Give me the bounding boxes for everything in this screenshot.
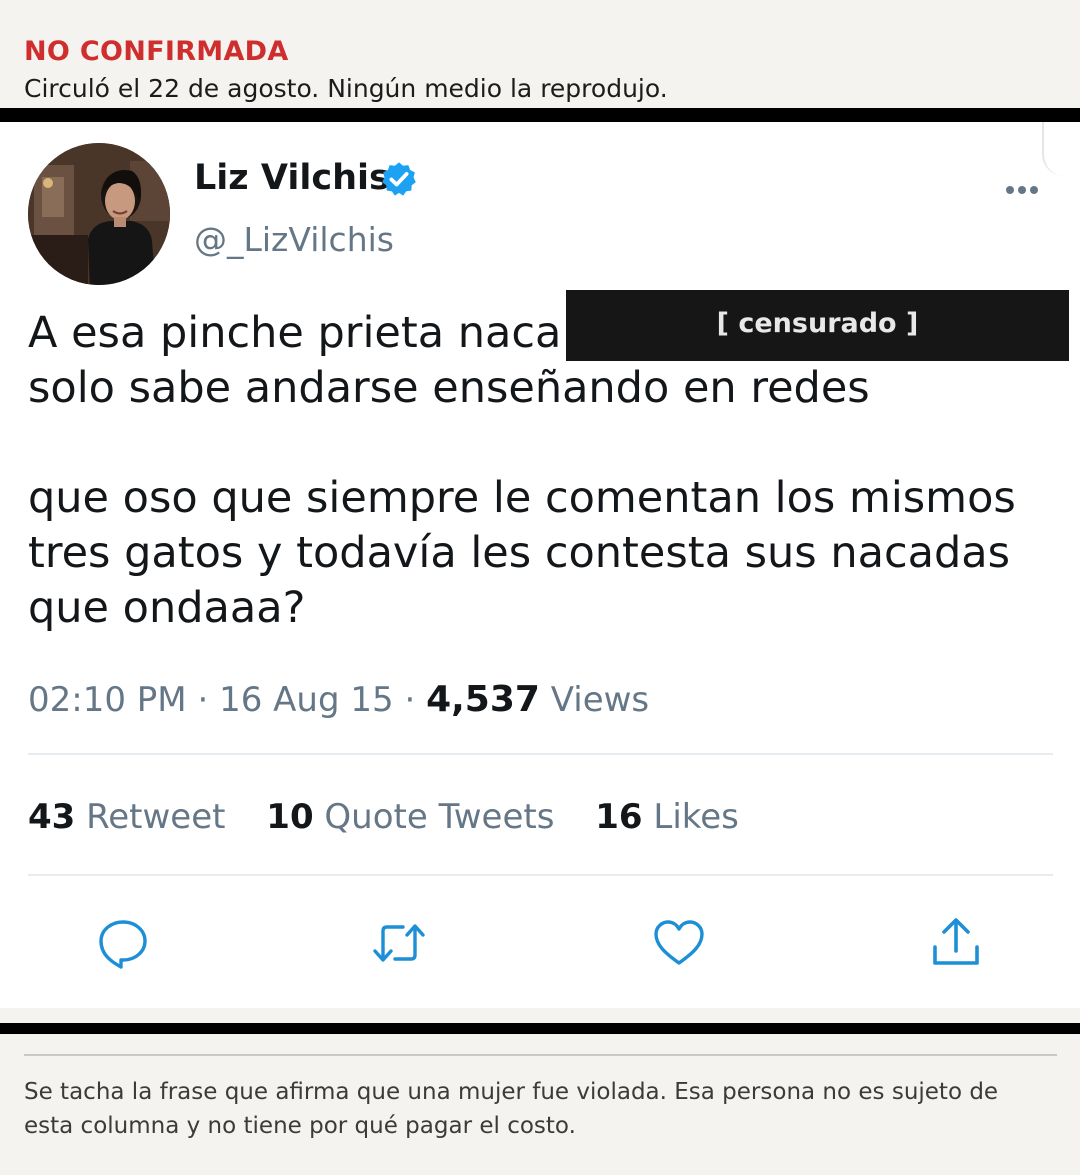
- tweet-time[interactable]: 02:10 PM: [28, 680, 187, 720]
- retweet-stat[interactable]: 43 Retweet: [28, 797, 236, 837]
- fact-check-status-label: NO CONFIRMADA: [24, 36, 289, 67]
- share-icon[interactable]: [930, 917, 982, 969]
- censor-label: [ censurado ]: [716, 308, 919, 339]
- footer-divider: [24, 1054, 1057, 1056]
- fact-check-header: NO CONFIRMADA Circuló el 22 de agosto. N…: [0, 0, 1080, 108]
- reply-icon[interactable]: [97, 917, 149, 969]
- tweet-stats: 43 Retweet 10 Quote Tweets 16 Likes: [28, 797, 769, 837]
- likes-count: 16: [595, 797, 643, 837]
- meta-separator: ·: [404, 680, 427, 720]
- user-handle[interactable]: @_LizVilchis: [194, 220, 394, 259]
- retweet-label: Retweet: [86, 797, 226, 837]
- display-name[interactable]: Liz Vilchis: [194, 158, 390, 198]
- censor-bar: [ censurado ]: [566, 290, 1069, 361]
- bottom-divider-rule: [0, 1023, 1080, 1034]
- top-divider-rule: [0, 108, 1080, 122]
- quote-tweets-stat[interactable]: 10 Quote Tweets: [266, 797, 565, 837]
- quote-tweets-count: 10: [266, 797, 314, 837]
- quote-tweets-label: Quote Tweets: [324, 797, 555, 837]
- heart-icon[interactable]: [653, 917, 705, 969]
- tweet-date[interactable]: 16 Aug 15: [219, 680, 394, 720]
- editorial-note: Se tacha la frase que afirma que una muj…: [24, 1079, 999, 1139]
- avatar[interactable]: [28, 143, 170, 285]
- meta-separator: ·: [197, 680, 220, 720]
- card-corner-edge: [1042, 122, 1080, 176]
- likes-stat[interactable]: 16 Likes: [595, 797, 739, 837]
- more-options-icon[interactable]: [1002, 180, 1042, 200]
- verified-badge-icon: [382, 162, 416, 196]
- retweet-count: 43: [28, 797, 76, 837]
- likes-label: Likes: [653, 797, 739, 837]
- views-count: 4,537: [426, 679, 540, 720]
- views-label: Views: [550, 680, 650, 720]
- divider: [28, 753, 1053, 755]
- fact-check-note: Circuló el 22 de agosto. Ningún medio la…: [24, 74, 668, 103]
- divider: [28, 874, 1053, 876]
- retweet-icon[interactable]: [373, 917, 425, 969]
- tweet-meta: 02:10 PM · 16 Aug 15 · 4,537 Views: [28, 679, 649, 720]
- tweet-card: Liz Vilchis @_LizVilchis A esa pinche pr…: [0, 122, 1080, 1008]
